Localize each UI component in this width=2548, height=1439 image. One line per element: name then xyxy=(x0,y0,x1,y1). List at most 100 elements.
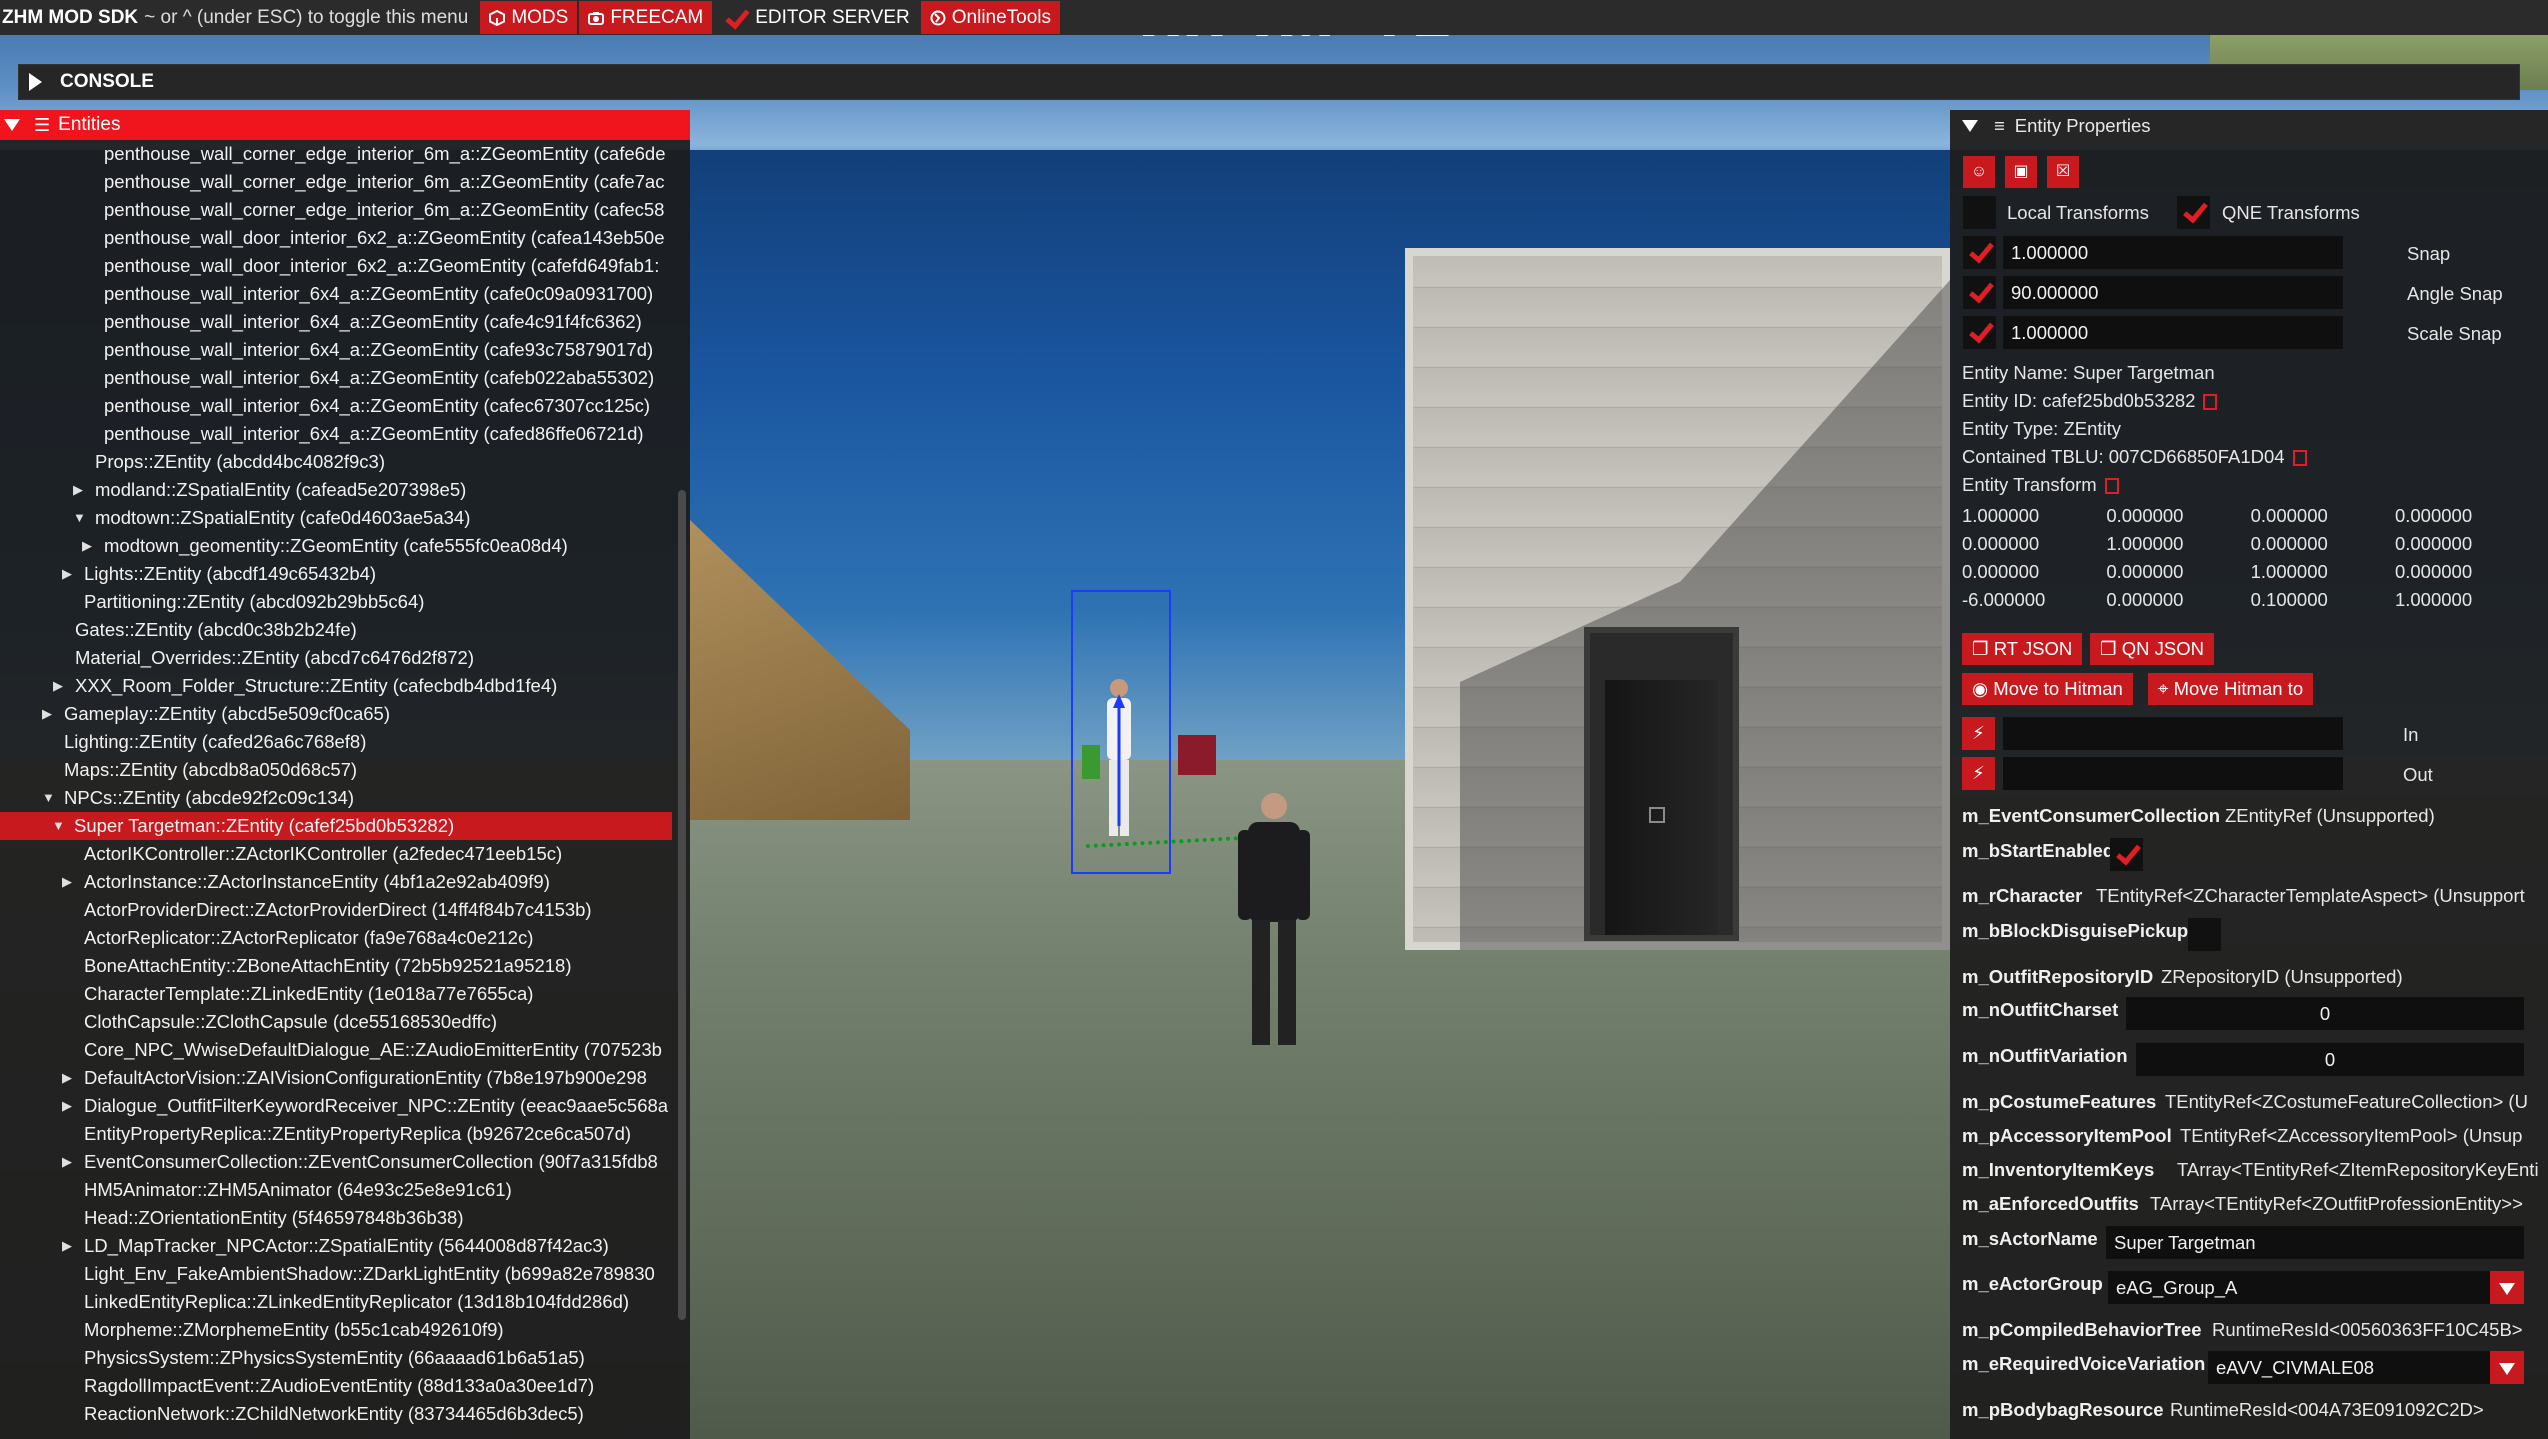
angle-snap-checkbox[interactable] xyxy=(1963,276,1996,309)
entity-tree-row[interactable]: Core_NPC_WwiseDefaultDialogue_AE::ZAudio… xyxy=(0,1036,672,1064)
entity-tree: penthouse_wall_corner_edge_interior_6m_a… xyxy=(0,140,690,1428)
entity-tree-row[interactable]: ActorIKController::ZActorIKController (a… xyxy=(0,840,672,868)
required-voice-variation-select[interactable]: eAVV_CIVMALE08 xyxy=(2208,1351,2490,1384)
entity-tree-row[interactable]: EntityPropertyReplica::ZEntityPropertyRe… xyxy=(0,1120,672,1148)
entity-tree-row[interactable]: penthouse_wall_corner_edge_interior_6m_a… xyxy=(0,168,672,196)
entity-tree-row[interactable]: penthouse_wall_interior_6x4_a::ZGeomEnti… xyxy=(0,308,672,336)
window-icon[interactable]: ▣ xyxy=(2005,156,2037,188)
tree-collapsed-arrow-icon[interactable]: ▶ xyxy=(82,532,92,560)
output-signal-bolt-icon[interactable]: ⚡ xyxy=(1962,757,1995,790)
entity-tree-row[interactable]: ▶ DefaultActorVision::ZAIVisionConfigurat… xyxy=(0,1064,672,1092)
entity-tree-row[interactable]: ReactionNetwork::ZChildNetworkEntity (83… xyxy=(0,1400,672,1428)
tree-collapsed-arrow-icon[interactable]: ▶ xyxy=(62,1064,72,1092)
tree-collapsed-arrow-icon[interactable]: ▶ xyxy=(53,672,63,700)
entity-tree-row[interactable]: Gates::ZEntity (abcd0c38b2b24fe) xyxy=(0,616,672,644)
entity-tree-row[interactable]: BoneAttachEntity::ZBoneAttachEntity (72b… xyxy=(0,952,672,980)
editor-server-toggle[interactable]: EDITOR SERVER xyxy=(714,1,919,34)
block-disguise-pickup-checkbox[interactable] xyxy=(2188,918,2221,951)
tree-collapsed-arrow-icon[interactable]: ▶ xyxy=(62,560,72,588)
outfit-charset-input[interactable]: 0 xyxy=(2126,997,2524,1030)
tree-collapsed-arrow-icon[interactable]: ▶ xyxy=(62,1148,72,1176)
qne-transforms-checkbox[interactable] xyxy=(2177,196,2210,229)
entity-tree-row[interactable]: PhysicsSystem::ZPhysicsSystemEntity (66a… xyxy=(0,1344,672,1372)
scale-snap-input[interactable]: 1.000000 xyxy=(2003,316,2343,349)
entity-tree-row[interactable]: penthouse_wall_door_interior_6x2_a::ZGeo… xyxy=(0,252,672,280)
tree-expanded-arrow-icon[interactable]: ▼ xyxy=(42,784,55,812)
entity-tree-row[interactable]: ▶ Lights::ZEntity (abcdf149c65432b4) xyxy=(0,560,672,588)
entity-tree-row[interactable]: ▶ XXX_Room_Folder_Structure::ZEntity (caf… xyxy=(0,672,672,700)
copy-icon[interactable] xyxy=(2104,478,2119,495)
entity-tree-row[interactable]: ▶ modland::ZSpatialEntity (cafead5e207398… xyxy=(0,476,672,504)
local-transforms-checkbox[interactable] xyxy=(1963,196,1996,229)
entity-tree-row[interactable]: ▶ LD_MapTracker_NPCActor::ZSpatialEntity … xyxy=(0,1232,672,1260)
entity-tree-row[interactable]: ▼ modtown::ZSpatialEntity (cafe0d4603ae5a… xyxy=(0,504,672,532)
entity-tree-row[interactable]: ▼ NPCs::ZEntity (abcde92f2c09c134) xyxy=(0,784,672,812)
tree-expanded-arrow-icon[interactable]: ▼ xyxy=(52,812,65,840)
online-tools-button[interactable]: OnlineTools xyxy=(920,1,1061,34)
entity-tree-row[interactable]: ▶ Dialogue_OutfitFilterKeywordReceiver_NP… xyxy=(0,1092,672,1120)
actor-group-select[interactable]: eAG_Group_A xyxy=(2108,1271,2490,1304)
entity-tree-row[interactable]: RagdollImpactEvent::ZAudioEventEntity (8… xyxy=(0,1372,672,1400)
entity-tree-row[interactable]: Material_Overrides::ZEntity (abcd7c6476d… xyxy=(0,644,672,672)
tree-expanded-arrow-icon[interactable]: ▼ xyxy=(73,504,86,532)
output-signal-field[interactable] xyxy=(2003,757,2343,790)
freecam-button[interactable]: FREECAM xyxy=(579,1,713,34)
snap-input[interactable]: 1.000000 xyxy=(2003,236,2343,269)
qn-json-button[interactable]: ❐ QN JSON xyxy=(2090,633,2214,665)
entity-tree-row[interactable]: penthouse_wall_interior_6x4_a::ZGeomEnti… xyxy=(0,392,672,420)
entity-tree-row[interactable]: ▶ Gameplay::ZEntity (abcd5e509cf0ca65) xyxy=(0,700,672,728)
tree-collapsed-arrow-icon[interactable]: ▶ xyxy=(62,868,72,896)
entity-tree-row[interactable]: CharacterTemplate::ZLinkedEntity (1e018a… xyxy=(0,980,672,1008)
entity-tree-row[interactable]: ActorReplicator::ZActorReplicator (fa9e7… xyxy=(0,924,672,952)
rt-json-button[interactable]: ❐ RT JSON xyxy=(1962,633,2083,665)
entity-tree-row[interactable]: penthouse_wall_door_interior_6x2_a::ZGeo… xyxy=(0,224,672,252)
entity-tree-row[interactable]: ActorProviderDirect::ZActorProviderDirec… xyxy=(0,896,672,924)
tree-collapsed-arrow-icon[interactable]: ▶ xyxy=(73,476,83,504)
entity-tree-row[interactable]: LinkedEntityReplica::ZLinkedEntityReplic… xyxy=(0,1288,672,1316)
entity-tree-row[interactable]: ClothCapsule::ZClothCapsule (dce55168530… xyxy=(0,1008,672,1036)
mods-button[interactable]: MODS xyxy=(480,1,578,34)
actor-name-input[interactable]: Super Targetman xyxy=(2106,1226,2524,1259)
entity-tree-row[interactable]: ▶ ActorInstance::ZActorInstanceEntity (4b… xyxy=(0,868,672,896)
copy-icon[interactable] xyxy=(2203,394,2218,411)
entity-tree-row[interactable]: penthouse_wall_interior_6x4_a::ZGeomEnti… xyxy=(0,420,672,448)
angle-snap-input[interactable]: 90.000000 xyxy=(2003,276,2343,309)
users-icon[interactable]: ☺ xyxy=(1963,156,1995,188)
outfit-variation-input[interactable]: 0 xyxy=(2136,1043,2524,1076)
entity-tree-row[interactable]: HM5Animator::ZHM5Animator (64e93c25e8e91… xyxy=(0,1176,672,1204)
entity-tree-row[interactable]: Maps::ZEntity (abcdb8a050d68c57) xyxy=(0,756,672,784)
entity-tree-row-selected[interactable]: ▼ Super Targetman::ZEntity (cafef25bd0b53… xyxy=(0,812,672,840)
start-enabled-checkbox[interactable] xyxy=(2110,838,2143,871)
entity-properties-header[interactable]: ≡ Entity Properties xyxy=(1950,110,2548,142)
chevron-down-icon[interactable] xyxy=(2490,1271,2524,1304)
entity-tree-row[interactable]: Head::ZOrientationEntity (5f46597848b36b… xyxy=(0,1204,672,1232)
input-signal-bolt-icon[interactable]: ⚡ xyxy=(1962,717,1995,750)
entity-tree-row[interactable]: Partitioning::ZEntity (abcd092b29bb5c64) xyxy=(0,588,672,616)
move-to-hitman-button[interactable]: ◉ Move to Hitman xyxy=(1962,673,2133,705)
entity-tree-row[interactable]: penthouse_wall_corner_edge_interior_6m_a… xyxy=(0,140,672,168)
entity-tree-row[interactable]: ▶ EventConsumerCollection::ZEventConsumer… xyxy=(0,1148,672,1176)
tree-collapsed-arrow-icon[interactable]: ▶ xyxy=(42,700,52,728)
tree-collapsed-arrow-icon[interactable]: ▶ xyxy=(62,1092,72,1120)
entity-tree-row[interactable]: Lighting::ZEntity (cafed26a6c768ef8) xyxy=(0,728,672,756)
grid-off-icon[interactable]: ☒ xyxy=(2047,156,2079,188)
entity-tree-row[interactable]: ▶ modtown_geomentity::ZGeomEntity (cafe55… xyxy=(0,532,672,560)
scale-snap-checkbox[interactable] xyxy=(1963,316,1996,349)
entity-tree-row[interactable]: penthouse_wall_interior_6x4_a::ZGeomEnti… xyxy=(0,280,672,308)
entity-tree-row[interactable]: penthouse_wall_corner_edge_interior_6m_a… xyxy=(0,196,672,224)
entity-tree-row[interactable]: penthouse_wall_interior_6x4_a::ZGeomEnti… xyxy=(0,336,672,364)
snap-checkbox[interactable] xyxy=(1963,236,1996,269)
target-npc-figure[interactable] xyxy=(1101,676,1137,841)
tree-collapsed-arrow-icon[interactable]: ▶ xyxy=(62,1232,72,1260)
entity-tree-row[interactable]: penthouse_wall_interior_6x4_a::ZGeomEnti… xyxy=(0,364,672,392)
copy-icon[interactable] xyxy=(2292,450,2307,467)
input-signal-field[interactable] xyxy=(2003,717,2343,750)
entities-scrollbar[interactable] xyxy=(678,490,686,1320)
console-bar[interactable]: CONSOLE xyxy=(18,64,2520,100)
chevron-down-icon[interactable] xyxy=(2490,1351,2524,1384)
entity-tree-row[interactable]: Morpheme::ZMorphemeEntity (b55c1cab49261… xyxy=(0,1316,672,1344)
entity-tree-row[interactable]: Light_Env_FakeAmbientShadow::ZDarkLightE… xyxy=(0,1260,672,1288)
entity-tree-row[interactable]: Props::ZEntity (abcdd4bc4082f9c3) xyxy=(0,448,672,476)
entities-header[interactable]: ☰ Entities xyxy=(0,110,690,140)
move-hitman-to-button[interactable]: ⌖ Move Hitman to xyxy=(2148,673,2314,705)
